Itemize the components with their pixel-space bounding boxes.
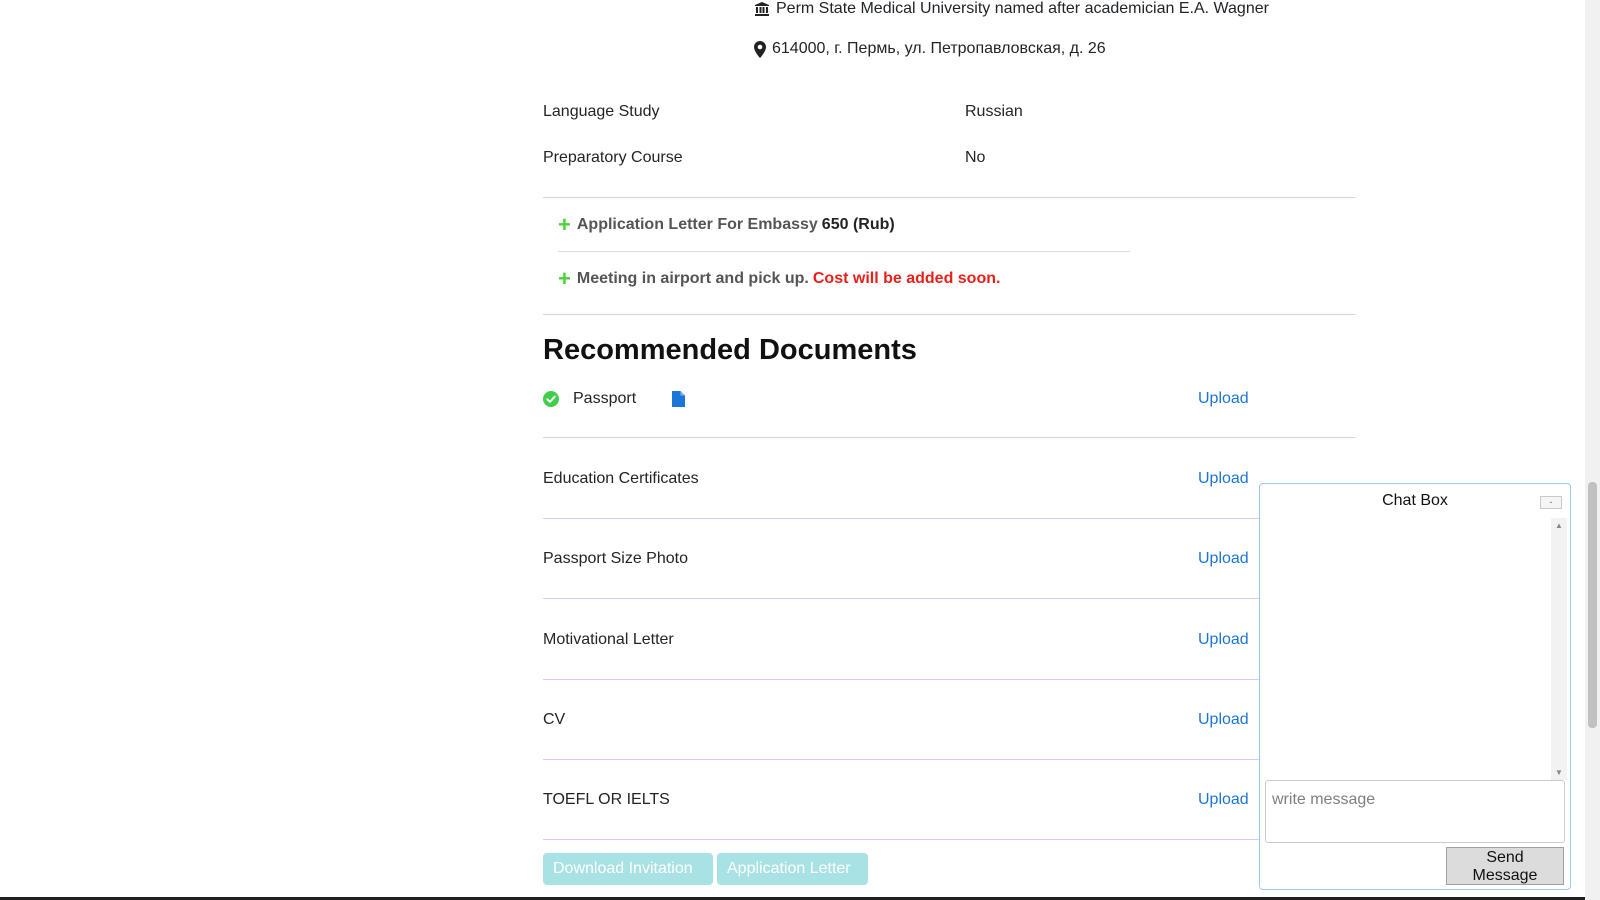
document-label: TOEFL OR IELTS (543, 791, 670, 808)
document-row-photo: Passport Size Photo (543, 544, 1255, 574)
chat-box: Chat Box - ▲ ▼ Send Message (1259, 483, 1571, 890)
university-name: Perm State Medical University named afte… (776, 0, 1269, 17)
chat-title: Chat Box (1382, 492, 1448, 509)
document-row-education: Education Certificates (543, 464, 1255, 494)
preparatory-course-label: Preparatory Course (543, 149, 683, 166)
document-label: Education Certificates (543, 470, 699, 487)
university-address-row: 614000, г. Пермь, ул. Петропавловская, д… (754, 40, 1106, 58)
document-label: CV (543, 711, 566, 728)
document-label: Motivational Letter (543, 631, 674, 648)
service-embassy-letter: + Application Letter For Embassy 650 (Ru… (558, 214, 895, 236)
upload-cv-link[interactable]: Upload (1198, 711, 1249, 729)
service-embassy-letter-price: 650 (Rub) (821, 216, 895, 233)
university-name-row: Perm State Medical University named afte… (754, 0, 1269, 18)
university-address: 614000, г. Пермь, ул. Петропавловская, д… (772, 40, 1106, 57)
document-label: Passport Size Photo (543, 550, 688, 567)
service-airport-note: Cost will be added soon. (812, 270, 1001, 287)
chat-messages (1260, 518, 1570, 780)
divider (543, 839, 1259, 840)
divider (543, 197, 1355, 198)
language-study-value: Russian (965, 103, 1023, 120)
chat-scrollbar[interactable]: ▲ ▼ (1551, 518, 1567, 780)
download-invitation-button[interactable]: Download Invitation (543, 853, 713, 885)
plus-icon[interactable]: + (558, 214, 571, 236)
map-marker-icon (754, 40, 766, 58)
divider (543, 437, 1355, 438)
scroll-up-icon[interactable]: ▲ (1555, 521, 1563, 530)
file-icon[interactable] (672, 391, 686, 407)
page-scrollbar[interactable] (1585, 0, 1600, 900)
scroll-down-icon[interactable]: ▼ (1555, 768, 1563, 777)
document-label: Passport (573, 390, 637, 407)
upload-motivation-link[interactable]: Upload (1198, 631, 1249, 649)
upload-photo-link[interactable]: Upload (1198, 550, 1249, 568)
document-row-cv: CV (543, 705, 1255, 735)
check-circle-icon (543, 391, 559, 407)
documents-heading: Recommended Documents (543, 334, 917, 366)
send-message-button[interactable]: Send Message (1446, 847, 1564, 885)
divider (543, 598, 1259, 599)
chat-message-input[interactable] (1265, 780, 1565, 843)
university-icon (755, 2, 769, 16)
document-row-toefl: TOEFL OR IELTS (543, 785, 1255, 815)
preparatory-course-value: No (965, 149, 986, 166)
service-airport-label: Meeting in airport and pick up. (576, 270, 809, 287)
document-row-passport: Passport (543, 384, 1255, 414)
plus-icon[interactable]: + (558, 268, 571, 290)
divider (543, 679, 1259, 680)
language-study-label: Language Study (543, 103, 660, 120)
service-embassy-letter-label: Application Letter For Embassy (576, 216, 818, 233)
document-row-motivation: Motivational Letter (543, 625, 1255, 655)
divider (543, 518, 1259, 519)
application-letter-button[interactable]: Application Letter (717, 853, 868, 885)
page-scrollbar-thumb[interactable] (1588, 482, 1597, 728)
upload-education-link[interactable]: Upload (1198, 470, 1249, 488)
upload-toefl-link[interactable]: Upload (1198, 791, 1249, 809)
chat-minimize-button[interactable]: - (1540, 496, 1562, 509)
divider (543, 314, 1355, 315)
upload-passport-link[interactable]: Upload (1198, 390, 1249, 408)
divider (543, 759, 1259, 760)
application-page: Perm State Medical University named afte… (0, 0, 1600, 900)
divider (558, 251, 1130, 252)
service-airport-pickup: + Meeting in airport and pick up. Cost w… (558, 268, 1000, 290)
